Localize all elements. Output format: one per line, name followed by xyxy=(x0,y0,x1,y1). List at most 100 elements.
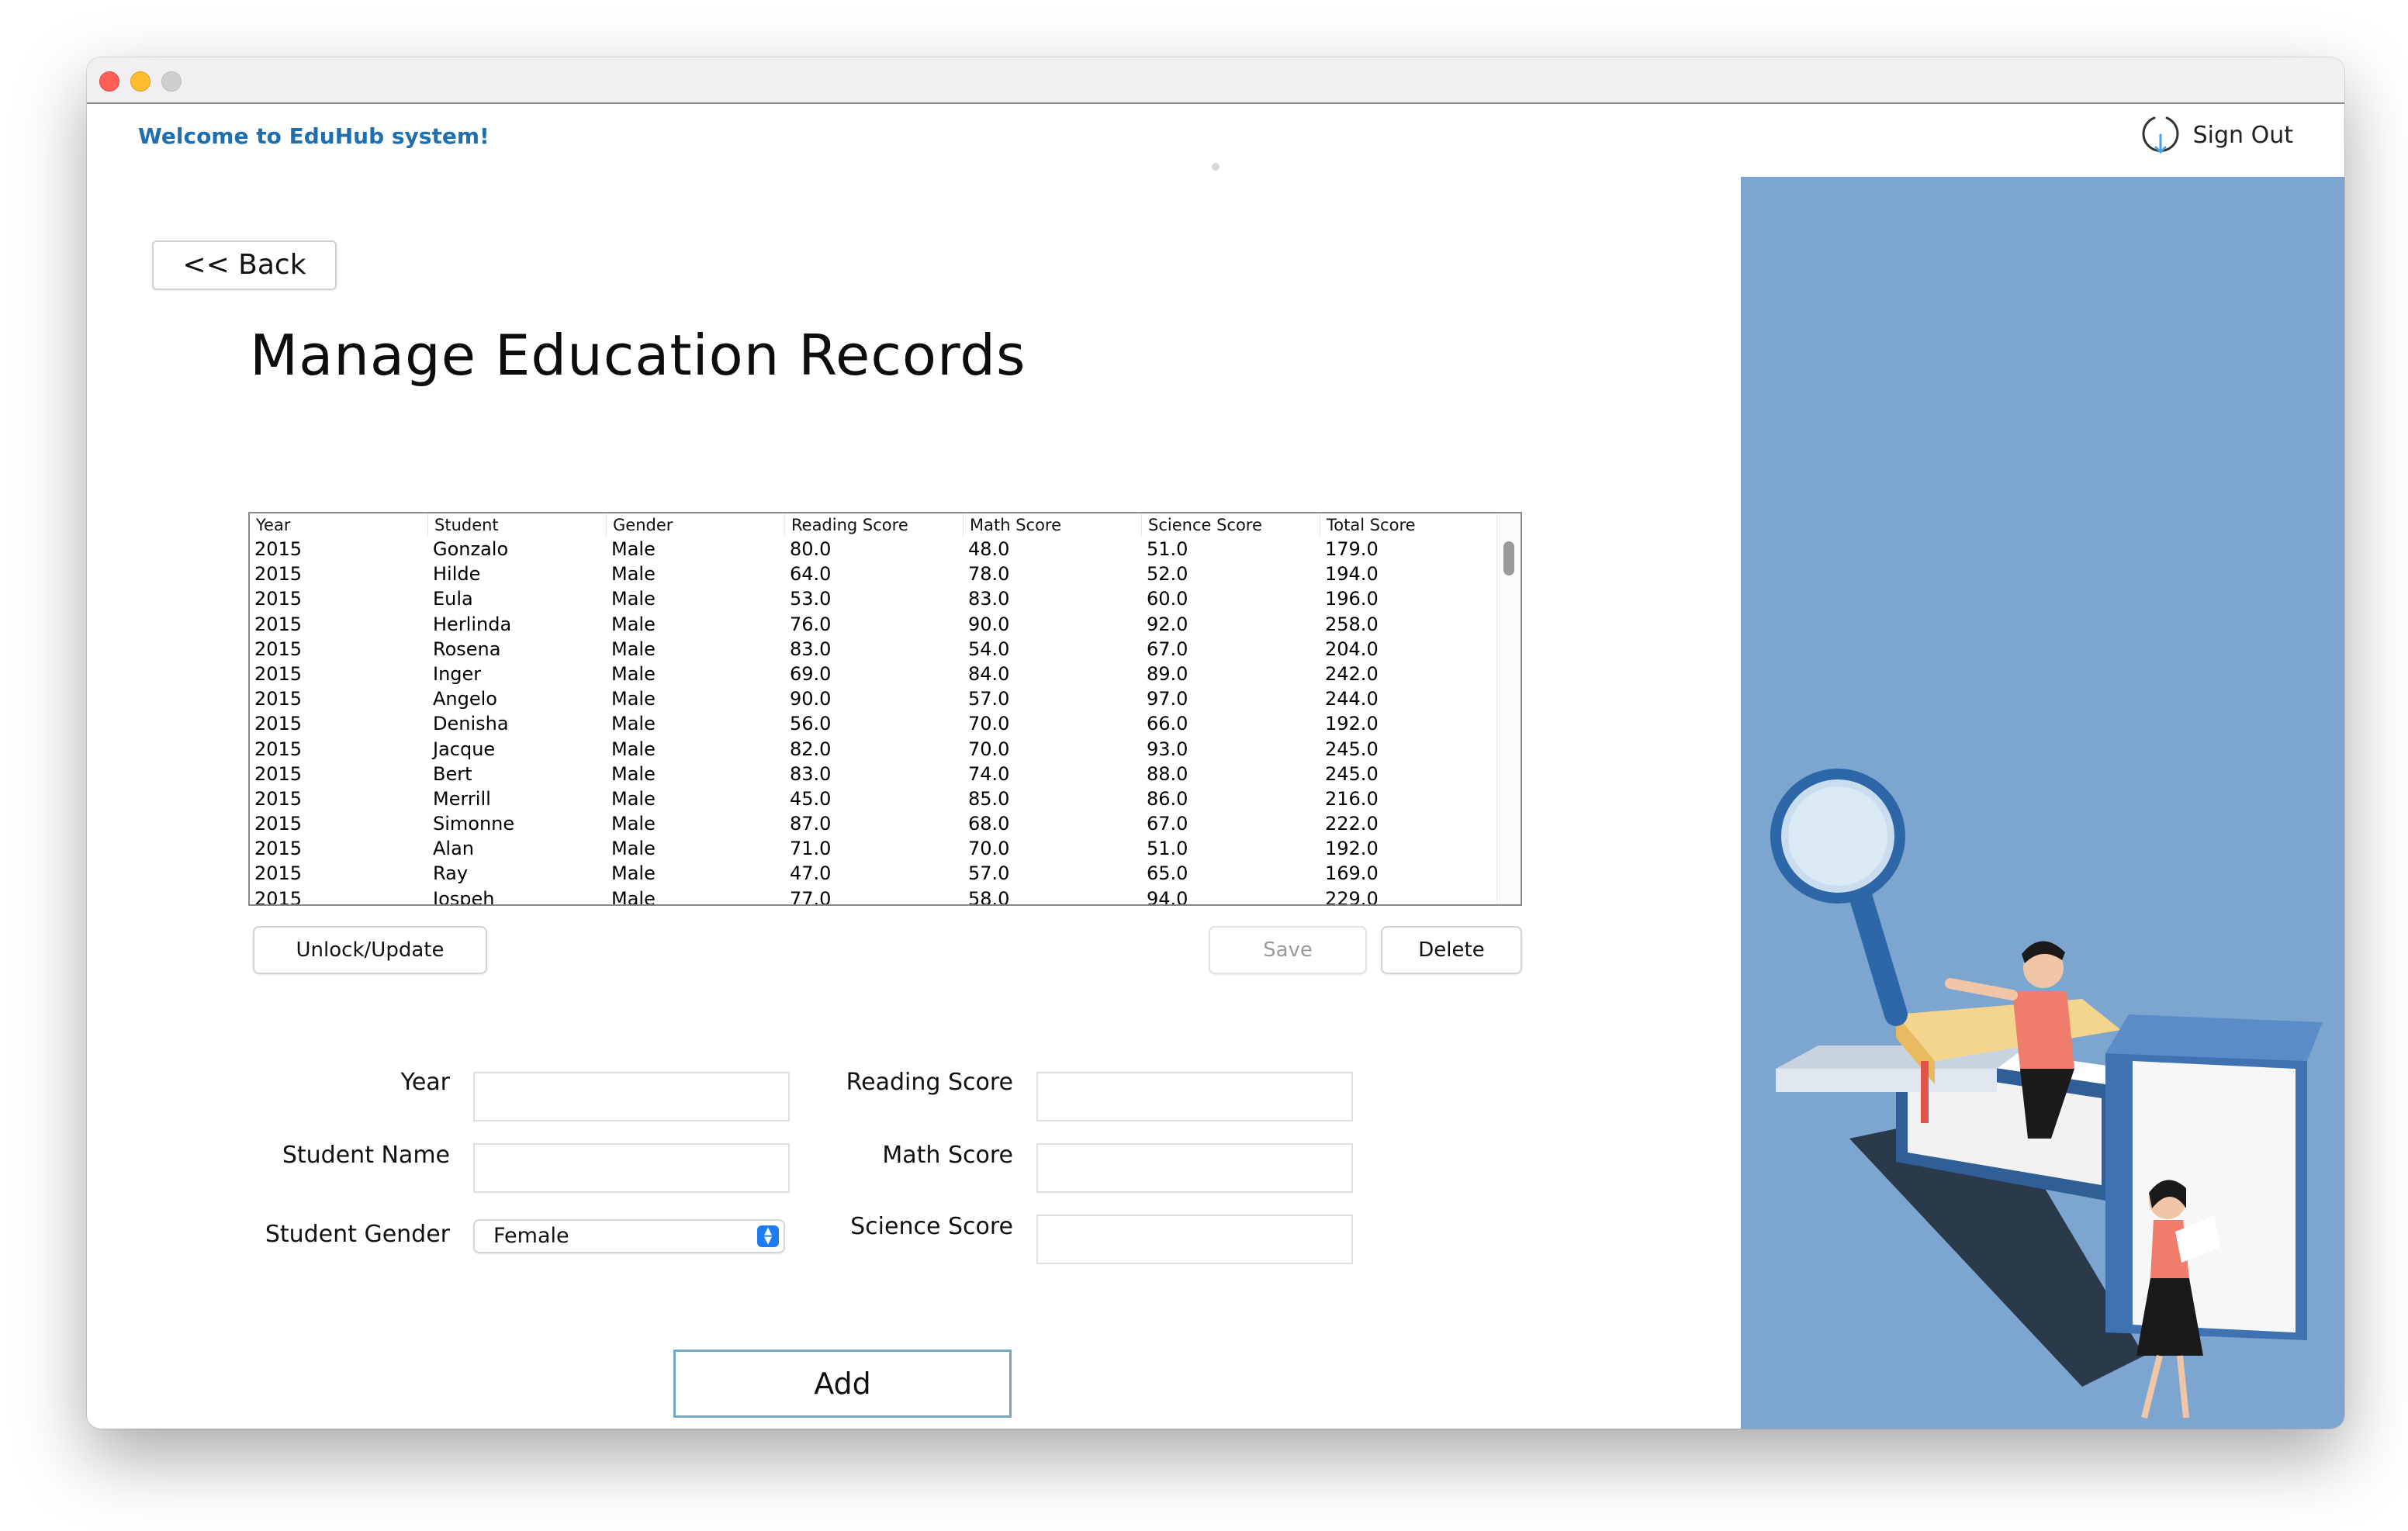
table-row[interactable]: 2015 Ray Male 47.0 57.0 65.0 169.0 xyxy=(250,861,1499,886)
table-row[interactable]: 2015 Inger Male 69.0 84.0 89.0 242.0 xyxy=(250,662,1499,686)
year-input[interactable] xyxy=(473,1072,790,1121)
cell-year: 2015 xyxy=(254,538,303,560)
table-row[interactable]: 2015 Bert Male 83.0 74.0 88.0 245.0 xyxy=(250,762,1499,786)
cell-reading-score: 64.0 xyxy=(790,563,832,586)
table-scrollbar-thumb[interactable] xyxy=(1503,541,1514,575)
sign-out-icon xyxy=(2139,112,2182,158)
unlock-update-button[interactable]: Unlock/Update xyxy=(253,926,487,974)
cell-science-score: 89.0 xyxy=(1147,662,1188,685)
cell-reading-score: 82.0 xyxy=(790,738,832,760)
cell-student: Eula xyxy=(433,588,473,610)
cell-gender: Male xyxy=(611,887,656,906)
cell-year: 2015 xyxy=(254,738,303,760)
cell-year: 2015 xyxy=(254,613,303,635)
table-row[interactable]: 2015 Hilde Male 64.0 78.0 52.0 194.0 xyxy=(250,562,1499,586)
cell-student: Denisha xyxy=(433,713,509,735)
cell-math-score: 84.0 xyxy=(968,662,1010,685)
column-header-reading-score[interactable]: Reading Score xyxy=(785,513,964,537)
table-row[interactable]: 2015 Rosena Male 83.0 54.0 67.0 204.0 xyxy=(250,637,1499,662)
cell-year: 2015 xyxy=(254,662,303,685)
math-score-input[interactable] xyxy=(1036,1143,1353,1193)
student-gender-select[interactable]: Female ▲ ▼ xyxy=(473,1219,785,1253)
cell-student: Bert xyxy=(433,762,472,785)
page-title: Manage Education Records xyxy=(250,323,1026,388)
cell-student: Inger xyxy=(433,662,482,685)
cell-reading-score: 83.0 xyxy=(790,762,832,785)
cell-math-score: 70.0 xyxy=(968,713,1010,735)
minimize-window-button[interactable] xyxy=(130,71,150,92)
reading-score-label: Reading Score xyxy=(846,1069,1013,1096)
column-header-total-score[interactable]: Total Score xyxy=(1320,513,1499,537)
close-window-button[interactable] xyxy=(99,71,119,92)
table-row[interactable]: 2015 Angelo Male 90.0 57.0 97.0 244.0 xyxy=(250,686,1499,711)
cell-science-score: 97.0 xyxy=(1147,688,1188,710)
cell-student: Ray xyxy=(433,862,469,885)
cell-science-score: 92.0 xyxy=(1147,613,1188,635)
student-gender-value: Female xyxy=(493,1224,569,1248)
cell-total-score: 169.0 xyxy=(1325,862,1379,885)
zoom-window-button[interactable] xyxy=(161,71,182,92)
reading-score-input[interactable] xyxy=(1036,1072,1353,1121)
column-header-gender[interactable]: Gender xyxy=(607,513,785,537)
cell-science-score: 86.0 xyxy=(1147,787,1188,810)
cell-student: Merrill xyxy=(433,787,491,810)
year-label: Year xyxy=(400,1069,450,1096)
welcome-message: Welcome to EduHub system! xyxy=(138,123,490,149)
cell-reading-score: 53.0 xyxy=(790,588,832,610)
cell-total-score: 192.0 xyxy=(1325,713,1379,735)
cell-total-score: 229.0 xyxy=(1325,887,1379,906)
cell-reading-score: 56.0 xyxy=(790,713,832,735)
add-button[interactable]: Add xyxy=(673,1350,1012,1418)
cell-science-score: 51.0 xyxy=(1147,838,1188,860)
cell-science-score: 93.0 xyxy=(1147,738,1188,760)
save-button[interactable]: Save xyxy=(1209,926,1367,974)
table-row[interactable]: 2015 Simonne Male 87.0 68.0 67.0 222.0 xyxy=(250,811,1499,836)
cell-student: Gonzalo xyxy=(433,538,509,560)
student-gender-label: Student Gender xyxy=(265,1221,450,1248)
table-row[interactable]: 2015 Eula Male 53.0 83.0 60.0 196.0 xyxy=(250,586,1499,611)
cell-science-score: 65.0 xyxy=(1147,862,1188,885)
delete-button[interactable]: Delete xyxy=(1381,926,1522,974)
table-row[interactable]: 2015 Merrill Male 45.0 85.0 86.0 216.0 xyxy=(250,786,1499,811)
table-row[interactable]: 2015 Herlinda Male 76.0 90.0 92.0 258.0 xyxy=(250,612,1499,637)
column-header-student[interactable]: Student xyxy=(428,513,607,537)
table-row[interactable]: 2015 Denisha Male 56.0 70.0 66.0 192.0 xyxy=(250,711,1499,736)
sign-out-button[interactable]: Sign Out xyxy=(2139,113,2293,157)
column-header-year[interactable]: Year xyxy=(250,513,428,537)
cell-reading-score: 83.0 xyxy=(790,638,832,660)
column-header-math-score[interactable]: Math Score xyxy=(964,513,1142,537)
table-body: 2015 Gonzalo Male 80.0 48.0 51.0 179.0 2015 Hild… xyxy=(250,537,1499,906)
cell-student: Simonne xyxy=(433,813,515,835)
cell-year: 2015 xyxy=(254,588,303,610)
table-scrollbar[interactable] xyxy=(1496,513,1521,904)
science-score-input[interactable] xyxy=(1036,1215,1353,1264)
split-pane-handle[interactable] xyxy=(1212,163,1220,171)
cell-year: 2015 xyxy=(254,563,303,586)
back-button[interactable]: << Back xyxy=(152,240,337,290)
table-row[interactable]: 2015 Gonzalo Male 80.0 48.0 51.0 179.0 xyxy=(250,537,1499,562)
cell-science-score: 88.0 xyxy=(1147,762,1188,785)
cell-science-score: 60.0 xyxy=(1147,588,1188,610)
cell-gender: Male xyxy=(611,762,656,785)
cell-total-score: 216.0 xyxy=(1325,787,1379,810)
cell-reading-score: 76.0 xyxy=(790,613,832,635)
table-row[interactable]: 2015 Alan Male 71.0 70.0 51.0 192.0 xyxy=(250,836,1499,861)
student-name-input[interactable] xyxy=(473,1143,790,1193)
cell-total-score: 244.0 xyxy=(1325,688,1379,710)
cell-math-score: 57.0 xyxy=(968,688,1010,710)
cell-year: 2015 xyxy=(254,887,303,906)
cell-year: 2015 xyxy=(254,638,303,660)
records-table[interactable]: Year Student Gender Reading Score Math S… xyxy=(248,512,1522,906)
cell-student: Jacque xyxy=(433,738,496,760)
table-row[interactable]: 2015 Jacque Male 82.0 70.0 93.0 245.0 xyxy=(250,737,1499,762)
student-name-label: Student Name xyxy=(282,1142,450,1169)
cell-reading-score: 90.0 xyxy=(790,688,832,710)
reading-illustration xyxy=(1770,769,2323,1419)
cell-reading-score: 71.0 xyxy=(790,838,832,860)
cell-gender: Male xyxy=(611,538,656,560)
title-bar xyxy=(87,57,2344,104)
app-window: Welcome to EduHub system! Sign Out << Ba… xyxy=(87,57,2344,1429)
column-header-science-score[interactable]: Science Score xyxy=(1142,513,1320,537)
table-row[interactable]: 2015 Jospeh Male 77.0 58.0 94.0 229.0 xyxy=(250,886,1499,906)
cell-math-score: 58.0 xyxy=(968,887,1010,906)
